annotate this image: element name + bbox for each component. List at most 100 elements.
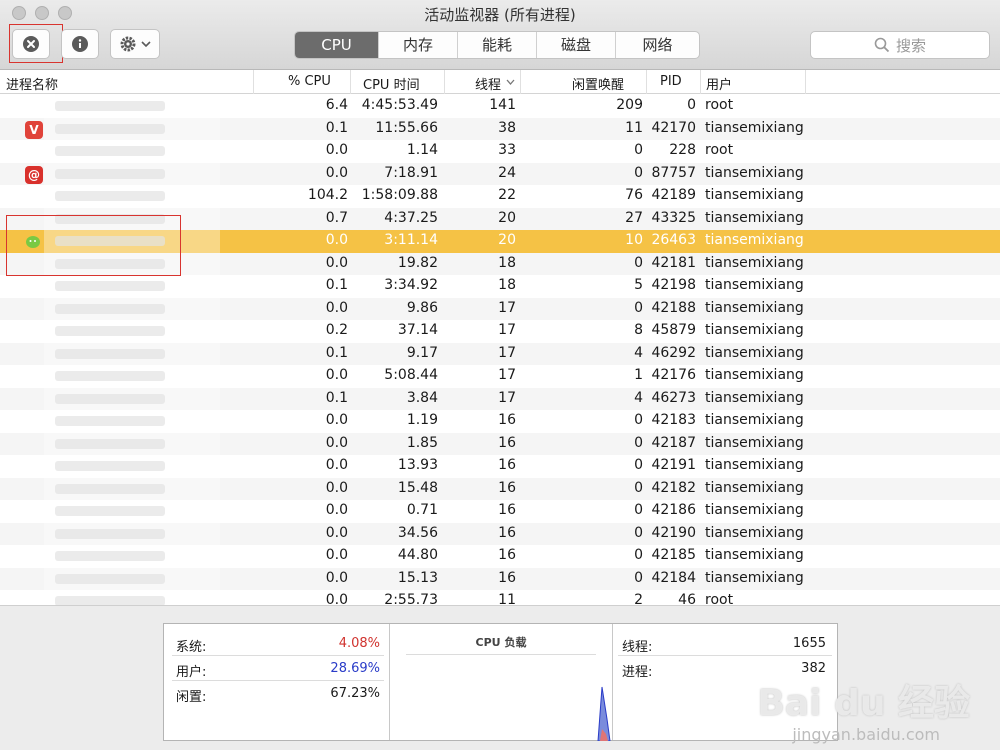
user-cell: tiansemixiang bbox=[705, 547, 804, 563]
cpu-percent-cell: 0.0 bbox=[325, 479, 348, 496]
search-field[interactable]: 搜索 bbox=[810, 31, 990, 59]
tab-energy[interactable]: 能耗 bbox=[458, 32, 537, 58]
cpu-load-graph bbox=[597, 686, 611, 741]
user-cell: tiansemixiang bbox=[705, 187, 804, 203]
user-cell: tiansemixiang bbox=[705, 209, 804, 226]
search-placeholder: 搜索 bbox=[895, 36, 926, 55]
action-menu-button[interactable] bbox=[110, 29, 160, 59]
tab-memory[interactable]: 内存 bbox=[379, 32, 458, 58]
info-button[interactable] bbox=[61, 29, 99, 59]
user-cell: tiansemixiang bbox=[705, 479, 804, 496]
cpu-percent-cell: 0.0 bbox=[325, 569, 348, 586]
cpu-time-cell: 3.84 bbox=[406, 389, 438, 406]
cpu-time-cell: 9.17 bbox=[406, 344, 438, 361]
cpu-time-cell: 13.93 bbox=[397, 457, 438, 473]
column-divider bbox=[805, 70, 806, 94]
cpu-time-cell: 15.48 bbox=[397, 479, 438, 496]
cpu-percent-cell: 0.0 bbox=[325, 142, 348, 158]
tab-network[interactable]: 网络 bbox=[616, 32, 699, 58]
pid-cell: 42191 bbox=[651, 457, 696, 473]
pid-cell: 42185 bbox=[651, 547, 696, 563]
threads-cell: 11 bbox=[498, 592, 516, 605]
idle-wakeups-cell: 0 bbox=[634, 547, 643, 563]
panel-divider bbox=[612, 624, 613, 740]
user-cell: tiansemixiang bbox=[705, 457, 804, 473]
threads-cell: 16 bbox=[498, 457, 516, 473]
column-header-pid[interactable]: PID bbox=[660, 74, 682, 89]
column-header-cpu-time[interactable]: CPU 时间 bbox=[363, 74, 420, 93]
user-cell: root bbox=[705, 142, 734, 158]
threads-cell: 16 bbox=[498, 547, 516, 563]
idle-wakeups-cell: 0 bbox=[634, 142, 643, 158]
cpu-percent-cell: 0.0 bbox=[325, 367, 348, 383]
user-value: 28.69% bbox=[330, 661, 380, 676]
pid-cell: 46273 bbox=[651, 389, 696, 406]
cpu-percent-cell: 0.0 bbox=[325, 457, 348, 473]
threads-cell: 20 bbox=[498, 232, 516, 248]
threads-cell: 141 bbox=[489, 97, 516, 113]
pid-cell: 46 bbox=[678, 592, 696, 605]
user-cell: tiansemixiang bbox=[705, 232, 804, 248]
idle-wakeups-cell: 0 bbox=[634, 434, 643, 451]
column-divider bbox=[520, 70, 521, 94]
system-label: 系统: bbox=[176, 640, 207, 655]
idle-wakeups-cell: 11 bbox=[625, 119, 643, 136]
column-header-cpu-percent[interactable]: % CPU bbox=[288, 74, 331, 89]
cpu-time-cell: 4:45:53.49 bbox=[361, 97, 438, 113]
idle-wakeups-cell: 4 bbox=[634, 344, 643, 361]
idle-wakeups-cell: 4 bbox=[634, 389, 643, 406]
user-cell: tiansemixiang bbox=[705, 502, 804, 518]
sort-descending-icon bbox=[506, 79, 515, 85]
cpu-load-title: CPU 负载 bbox=[475, 636, 527, 649]
user-cell: tiansemixiang bbox=[705, 164, 804, 181]
threads-cell: 17 bbox=[498, 389, 516, 406]
column-divider bbox=[350, 70, 351, 94]
netease-music-icon: @ bbox=[25, 165, 43, 184]
vivaldi-icon: V bbox=[25, 120, 43, 139]
idle-wakeups-cell: 8 bbox=[634, 322, 643, 338]
column-header-threads[interactable]: 线程 bbox=[475, 74, 501, 93]
idle-label: 闲置: bbox=[176, 690, 207, 705]
pid-cell: 42182 bbox=[651, 479, 696, 496]
divider bbox=[172, 655, 384, 656]
cpu-percent-cell: 0.1 bbox=[325, 389, 348, 406]
cpu-time-cell: 3:34.92 bbox=[384, 277, 438, 293]
blurred-process-names bbox=[44, 95, 220, 605]
cpu-time-cell: 1.14 bbox=[406, 142, 438, 158]
idle-wakeups-cell: 0 bbox=[634, 457, 643, 473]
threads-cell: 16 bbox=[498, 412, 516, 428]
user-cell: tiansemixiang bbox=[705, 322, 804, 338]
user-label: 用户: bbox=[176, 665, 207, 680]
pid-cell: 42189 bbox=[651, 187, 696, 203]
divider bbox=[406, 654, 596, 655]
threads-cell: 18 bbox=[498, 277, 516, 293]
cpu-percent-cell: 0.0 bbox=[325, 502, 348, 518]
threads-cell: 17 bbox=[498, 322, 516, 338]
cpu-time-cell: 1:58:09.88 bbox=[361, 187, 438, 203]
column-header-name[interactable]: 进程名称 bbox=[6, 74, 58, 93]
system-value: 4.08% bbox=[338, 636, 380, 651]
tab-disk[interactable]: 磁盘 bbox=[537, 32, 616, 58]
pid-cell: 42181 bbox=[651, 254, 696, 271]
info-icon bbox=[72, 36, 88, 52]
pid-cell: 26463 bbox=[651, 232, 696, 248]
user-cell: tiansemixiang bbox=[705, 344, 804, 361]
column-header-user[interactable]: 用户 bbox=[706, 74, 732, 93]
column-divider bbox=[700, 70, 701, 94]
pid-cell: 42176 bbox=[651, 367, 696, 383]
pid-cell: 87757 bbox=[651, 164, 696, 181]
user-cell: tiansemixiang bbox=[705, 524, 804, 541]
cpu-time-cell: 19.82 bbox=[397, 254, 438, 271]
threads-cell: 17 bbox=[498, 367, 516, 383]
threads-cell: 24 bbox=[498, 164, 516, 181]
chevron-down-icon bbox=[141, 41, 151, 48]
table-header: 进程名称 % CPU CPU 时间 线程 闲置唤醒 PID 用户 bbox=[0, 70, 1000, 94]
idle-wakeups-cell: 5 bbox=[634, 277, 643, 293]
pid-cell: 42183 bbox=[651, 412, 696, 428]
cpu-time-cell: 7:18.91 bbox=[384, 164, 438, 181]
cpu-percent-cell: 0.0 bbox=[325, 524, 348, 541]
pid-cell: 42198 bbox=[651, 277, 696, 293]
idle-wakeups-cell: 0 bbox=[634, 299, 643, 316]
column-header-idle-wakeups[interactable]: 闲置唤醒 bbox=[572, 74, 624, 93]
tab-cpu[interactable]: CPU bbox=[295, 32, 379, 58]
